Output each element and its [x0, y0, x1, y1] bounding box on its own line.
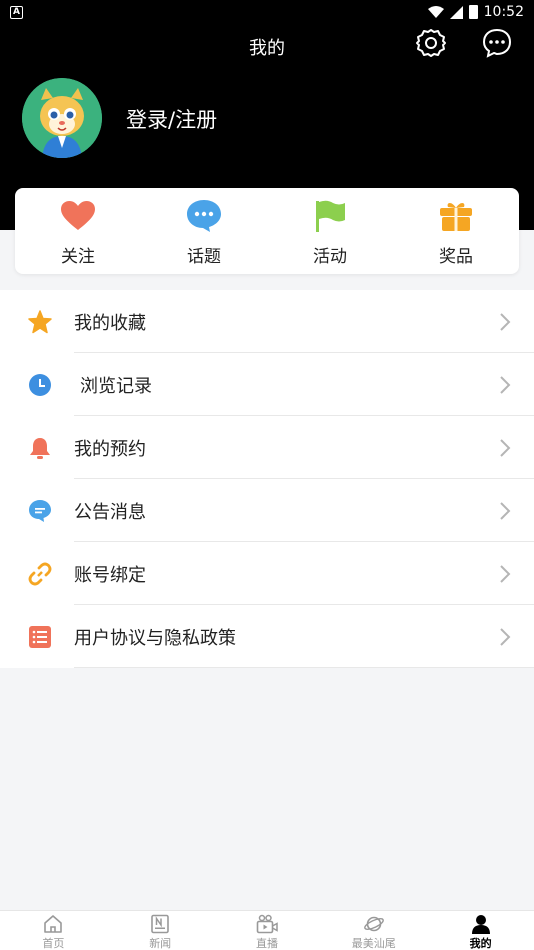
document-list-icon	[27, 624, 53, 650]
nav-tab-home[interactable]: 首页	[0, 911, 107, 950]
bell-icon	[27, 435, 53, 461]
menu-item-label: 浏览记录	[80, 375, 152, 397]
menu-item-account-binding[interactable]: 账号绑定	[0, 542, 534, 605]
quick-action-events[interactable]: 活动	[267, 188, 393, 274]
nav-tab-label: 最美汕尾	[351, 937, 396, 950]
heart-icon	[60, 198, 96, 234]
speech-bubble-icon	[186, 198, 222, 234]
settings-menu: 我的收藏 浏览记录 我的预约 公告消息 账号绑定 用户协议与隐私政策	[0, 290, 534, 668]
chevron-right-icon	[500, 376, 511, 394]
person-icon	[470, 914, 492, 934]
chevron-right-icon	[500, 313, 511, 331]
menu-item-label: 用户协议与隐私政策	[74, 627, 236, 649]
chevron-right-icon	[500, 439, 511, 457]
quick-action-prizes[interactable]: 奖品	[393, 188, 519, 274]
gift-icon	[438, 198, 474, 234]
battery-icon	[468, 5, 478, 19]
nav-tab-label: 首页	[42, 937, 65, 950]
avatar[interactable]	[22, 78, 102, 158]
menu-item-history[interactable]: 浏览记录	[0, 353, 534, 416]
quick-action-label: 关注	[61, 247, 95, 267]
bottom-navigation: 首页 新闻 直播 最美汕尾 我的	[0, 910, 534, 950]
menu-item-label: 我的预约	[74, 438, 146, 460]
quick-action-label: 活动	[313, 247, 347, 267]
status-bar: A 10:52	[0, 0, 534, 24]
mascot-cat-icon	[22, 78, 102, 158]
signal-icon	[449, 5, 463, 19]
app-notification-icon: A	[10, 5, 23, 19]
link-icon	[27, 561, 53, 587]
nav-tab-label: 直播	[255, 937, 278, 950]
menu-item-label: 公告消息	[74, 501, 146, 523]
news-icon	[149, 914, 171, 934]
flag-icon	[312, 198, 348, 234]
page-title: 我的	[249, 38, 285, 59]
settings-button[interactable]	[414, 26, 448, 60]
status-time: 10:52	[483, 4, 524, 20]
nav-tab-news[interactable]: 新闻	[107, 911, 214, 950]
nav-tab-label: 我的	[469, 937, 492, 950]
menu-item-privacy-policy[interactable]: 用户协议与隐私政策	[0, 605, 534, 668]
nav-tab-mine[interactable]: 我的	[427, 911, 534, 950]
menu-item-favorites[interactable]: 我的收藏	[0, 290, 534, 353]
quick-action-label: 奖品	[439, 247, 473, 267]
menu-item-label: 我的收藏	[74, 312, 146, 334]
login-register-link[interactable]: 登录/注册	[126, 104, 217, 134]
chat-bubble-icon	[482, 28, 512, 58]
quick-action-follow[interactable]: 关注	[15, 188, 141, 274]
star-icon	[27, 309, 53, 335]
gear-icon	[416, 29, 446, 57]
planet-icon	[363, 914, 385, 934]
chevron-right-icon	[500, 565, 511, 583]
messages-button[interactable]	[480, 26, 514, 60]
quick-action-topics[interactable]: 话题	[141, 188, 267, 274]
nav-tab-live[interactable]: 直播	[214, 911, 321, 950]
nav-tab-label: 新闻	[149, 937, 172, 950]
quick-actions-card: 关注 话题 活动 奖品	[15, 188, 519, 274]
message-icon	[27, 498, 53, 524]
quick-action-label: 话题	[187, 247, 221, 267]
home-icon	[42, 914, 64, 934]
menu-item-reservations[interactable]: 我的预约	[0, 416, 534, 479]
live-video-icon	[256, 914, 278, 934]
wifi-icon	[427, 6, 444, 18]
menu-item-label: 账号绑定	[74, 564, 146, 586]
menu-item-announcements[interactable]: 公告消息	[0, 479, 534, 542]
chevron-right-icon	[500, 628, 511, 646]
chevron-right-icon	[500, 502, 511, 520]
nav-tab-scenic[interactable]: 最美汕尾	[320, 911, 427, 950]
clock-icon	[27, 372, 53, 398]
